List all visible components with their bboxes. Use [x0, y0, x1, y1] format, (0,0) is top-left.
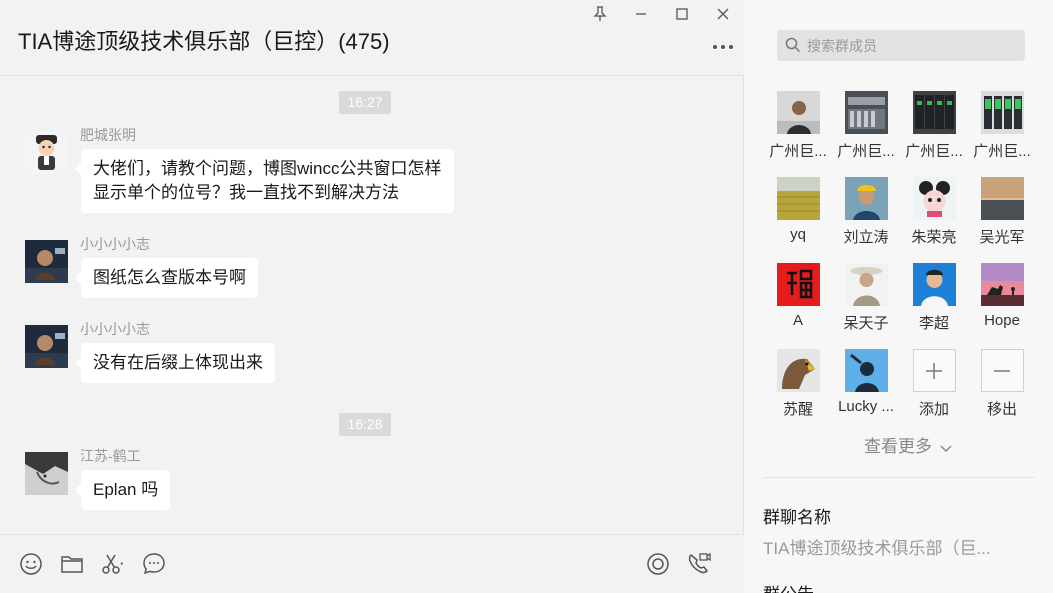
- avatar: [776, 263, 820, 306]
- member-name: 广州巨...: [837, 143, 895, 160]
- member-item[interactable]: 刘立涛: [836, 177, 896, 247]
- avatar[interactable]: [25, 325, 68, 368]
- member-name: 朱荣亮: [911, 229, 957, 246]
- pin-icon[interactable]: [590, 4, 610, 24]
- emoji-icon[interactable]: [18, 551, 44, 577]
- member-name: 李超: [918, 315, 949, 332]
- member-name: A: [792, 312, 803, 329]
- plus-icon: [912, 349, 956, 392]
- sender-name: 小小小小志: [80, 236, 150, 252]
- member-item[interactable]: Hope: [972, 263, 1032, 329]
- member-item[interactable]: 广州巨...: [836, 91, 896, 161]
- member-item[interactable]: 吴光军: [972, 177, 1032, 247]
- input-toolbar: [0, 534, 744, 593]
- timestamp: 16:27: [339, 91, 391, 114]
- see-more-link[interactable]: 查看更多: [864, 432, 952, 458]
- member-item[interactable]: 广州巨...: [768, 91, 828, 161]
- announcement-title: 群公告: [763, 580, 814, 593]
- avatar[interactable]: [25, 131, 68, 174]
- avatar: [776, 91, 820, 134]
- member-name: 吴光军: [979, 229, 1025, 246]
- minus-icon: [980, 349, 1024, 392]
- member-item[interactable]: 广州巨...: [972, 91, 1032, 161]
- chat-title: TIA博途顶级技术俱乐部（巨控）(475): [18, 29, 390, 54]
- member-item[interactable]: A: [768, 263, 828, 329]
- live-icon[interactable]: [645, 551, 671, 577]
- group-info-sidebar: 搜索群成员 广州巨... 广州巨... 广州巨... 广州巨... yq 刘立涛…: [745, 0, 1053, 593]
- member-name: 刘立涛: [843, 229, 889, 246]
- message-list[interactable]: 16:27 肥城张明 大佬们，请教个问题，博图wincc公共窗口怎样 显示单个的…: [0, 77, 744, 534]
- avatar: [844, 177, 888, 220]
- member-item[interactable]: 朱荣亮: [904, 177, 964, 247]
- avatar: [776, 177, 820, 220]
- group-name-title: 群聊名称: [763, 508, 831, 527]
- member-item[interactable]: 呆天子: [836, 263, 896, 333]
- avatar: [980, 263, 1024, 306]
- avatar[interactable]: [25, 240, 68, 283]
- remove-member-button[interactable]: 移出: [972, 349, 1032, 419]
- avatar: [844, 349, 888, 392]
- avatar: [912, 177, 956, 220]
- member-search-input[interactable]: 搜索群成员: [777, 30, 1025, 61]
- member-name: yq: [790, 226, 806, 243]
- avatar: [980, 91, 1024, 134]
- avatar: [776, 349, 820, 392]
- member-item[interactable]: 苏醒: [768, 349, 828, 419]
- group-name-value[interactable]: TIA博途顶级技术俱乐部（巨...: [763, 534, 991, 559]
- divider: [763, 477, 1035, 478]
- sender-name: 肥城张明: [80, 127, 136, 143]
- avatar: [912, 263, 956, 306]
- member-item[interactable]: 广州巨...: [904, 91, 964, 161]
- member-item[interactable]: Lucky ...: [836, 349, 896, 415]
- chevron-down-icon: [940, 438, 952, 458]
- member-name: 广州巨...: [973, 143, 1031, 160]
- member-name: 广州巨...: [769, 143, 827, 160]
- more-options-icon[interactable]: [712, 38, 734, 50]
- message-bubble[interactable]: 图纸怎么查版本号啊: [75, 258, 258, 298]
- message-text: 显示单个的位号？我一直找不到解决方法: [93, 183, 399, 202]
- member-name: 呆天子: [843, 315, 889, 332]
- message-text: 图纸怎么查版本号啊: [93, 268, 246, 287]
- message-text: 大佬们，请教个问题，博图wincc公共窗口怎样: [93, 159, 442, 178]
- message-text: 没有在后缀上体现出来: [93, 353, 263, 372]
- avatar: [844, 263, 888, 306]
- member-item[interactable]: 李超: [904, 263, 964, 333]
- message-text: Eplan 吗: [93, 480, 159, 499]
- search-icon: [785, 37, 801, 53]
- see-more-label: 查看更多: [864, 437, 932, 456]
- member-name: Hope: [984, 312, 1020, 329]
- avatar[interactable]: [25, 452, 68, 495]
- message-bubble[interactable]: Eplan 吗: [74, 470, 171, 510]
- chat-pane: TIA博途顶级技术俱乐部（巨控）(475) 16:27 肥城张明 大佬们，请教个…: [0, 0, 744, 593]
- maximize-icon[interactable]: [672, 4, 692, 24]
- member-name: Lucky ...: [838, 398, 894, 415]
- member-name: 广州巨...: [905, 143, 963, 160]
- video-call-icon[interactable]: [686, 551, 712, 577]
- avatar: [844, 91, 888, 134]
- sender-name: 江苏-鹤工: [80, 448, 141, 464]
- remove-member-label: 移出: [986, 401, 1017, 418]
- avatar: [912, 91, 956, 134]
- chat-bubble-icon[interactable]: [141, 551, 167, 577]
- scissors-icon[interactable]: [99, 551, 125, 577]
- close-icon[interactable]: [713, 4, 733, 24]
- minimize-icon[interactable]: [631, 4, 651, 24]
- message-bubble[interactable]: 大佬们，请教个问题，博图wincc公共窗口怎样 显示单个的位号？我一直找不到解决…: [75, 149, 454, 213]
- add-member-button[interactable]: 添加: [904, 349, 964, 419]
- chat-header: TIA博途顶级技术俱乐部（巨控）(475): [0, 0, 744, 76]
- add-member-label: 添加: [918, 401, 949, 418]
- message-bubble[interactable]: 没有在后缀上体现出来: [75, 343, 275, 383]
- timestamp: 16:28: [339, 413, 391, 436]
- sender-name: 小小小小志: [80, 321, 150, 337]
- avatar: [980, 177, 1024, 220]
- folder-icon[interactable]: [59, 551, 85, 577]
- member-name: 苏醒: [782, 401, 813, 418]
- member-item[interactable]: yq: [768, 177, 828, 243]
- search-placeholder: 搜索群成员: [807, 38, 877, 54]
